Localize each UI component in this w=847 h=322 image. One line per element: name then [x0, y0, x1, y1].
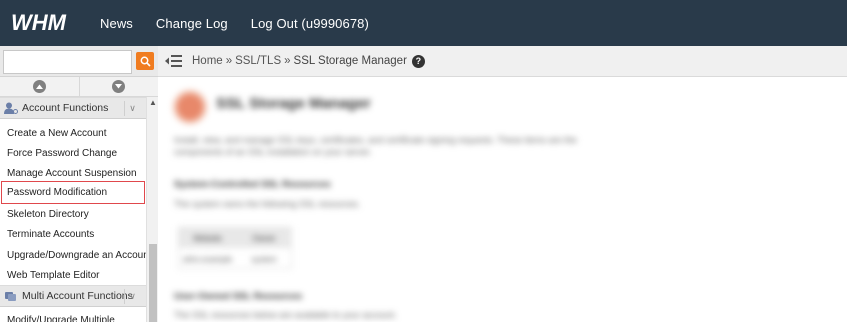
chevron-down-icon [112, 80, 126, 93]
log-out-link[interactable]: Log Out (u9990678) [251, 16, 369, 31]
sidebar-item-web-template-editor[interactable]: Web Template Editor [0, 265, 146, 285]
page-body-blurred: SSL Storage Manager Install, view, and m… [158, 77, 847, 322]
news-link[interactable]: News [100, 16, 133, 31]
page-title: SSL Storage Manager [216, 95, 371, 112]
breadcrumb-bar: Home » SSL/TLS » SSL Storage Manager ? [158, 46, 847, 77]
page-description: Install, view, and manage SSL keys, cert… [174, 135, 577, 157]
sidebar-item-skeleton-directory[interactable]: Skeleton Directory [0, 204, 146, 224]
sidebar-item-modify-upgrade-multiple[interactable]: Modify/Upgrade Multiple [0, 310, 146, 322]
resources-table: Website Owner whm.example system [178, 227, 292, 269]
search-button[interactable] [136, 52, 154, 70]
sidebar-item-manage-account-suspension[interactable]: Manage Account Suspension [0, 163, 146, 183]
menu-toggle-icon[interactable] [165, 54, 182, 68]
main-content: Home » SSL/TLS » SSL Storage Manager ? S… [158, 46, 847, 322]
breadcrumb-separator: » [225, 55, 233, 67]
section-heading: System-Controlled SSL Resources [174, 179, 331, 190]
scrollbar-thumb[interactable] [149, 244, 157, 322]
table-cell[interactable]: whm.example [179, 249, 236, 269]
top-navigation-bar: WHM News Change Log Log Out (u9990678) [0, 0, 847, 46]
section-heading: User-Owned SSL Resources [174, 291, 303, 302]
sidebar-item-force-password-change[interactable]: Force Password Change [0, 143, 146, 163]
search-icon [140, 56, 151, 67]
section-account-functions[interactable]: Account Functions ∨ [0, 97, 146, 119]
section-multi-account-functions[interactable]: Multi Account Functions ∨ [0, 285, 146, 307]
sidebar-search-row [0, 46, 158, 77]
chevron-down-icon[interactable]: ∨ [124, 289, 140, 304]
scroll-up-arrow-icon[interactable]: ▲ [149, 98, 157, 107]
chevron-up-icon [32, 80, 46, 93]
ssl-storage-logo-icon [173, 90, 207, 124]
sidebar-item-upgrade-downgrade[interactable]: Upgrade/Downgrade an Account [0, 245, 152, 265]
expand-all-button[interactable] [0, 77, 80, 96]
whm-logo[interactable]: WHM [11, 12, 85, 34]
sidebar-item-password-modification[interactable]: Password Modification [1, 181, 145, 204]
breadcrumb: Home » SSL/TLS » SSL Storage Manager ? [192, 54, 425, 68]
sidebar-menu: Account Functions ∨ Create a New Account… [0, 97, 158, 322]
breadcrumb-current: SSL Storage Manager [293, 55, 407, 67]
section-text: The SSL resources below are available to… [174, 310, 397, 320]
chevron-down-icon[interactable]: ∨ [124, 101, 140, 116]
table-header: Owner [236, 228, 292, 248]
sidebar-item-terminate-accounts[interactable]: Terminate Accounts [0, 224, 146, 244]
collapse-all-button[interactable] [80, 77, 159, 96]
change-log-link[interactable]: Change Log [156, 16, 228, 31]
sidebar-search-input[interactable] [3, 50, 132, 74]
breadcrumb-separator: » [284, 55, 291, 67]
help-icon[interactable]: ? [411, 54, 425, 68]
users-icon [4, 290, 18, 302]
user-icon [4, 102, 18, 114]
section-label: Multi Account Functions [22, 290, 133, 302]
breadcrumb-home[interactable]: Home [192, 55, 223, 67]
table-cell: system [251, 254, 277, 264]
svg-text:WHM: WHM [11, 12, 67, 34]
sidebar-item-create-account[interactable]: Create a New Account [0, 123, 146, 143]
breadcrumb-section[interactable]: SSL/TLS [235, 55, 281, 67]
section-label: Account Functions [22, 102, 109, 114]
section-text: The system owns the following SSL resour… [174, 199, 361, 209]
table-header: Website [179, 228, 236, 248]
sidebar: Account Functions ∨ Create a New Account… [0, 46, 158, 322]
sidebar-scrollbar[interactable]: ▲ [146, 97, 158, 322]
sidebar-collapse-controls [0, 77, 158, 97]
